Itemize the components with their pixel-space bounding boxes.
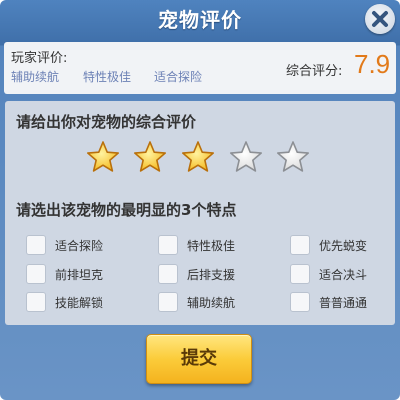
star-icon[interactable]: [85, 139, 121, 175]
feature-option[interactable]: 辅助续航: [158, 291, 278, 315]
feature-label: 辅助续航: [187, 296, 236, 310]
feature-checkbox[interactable]: [26, 235, 46, 255]
feature-checkbox[interactable]: [290, 235, 310, 255]
feature-option[interactable]: 适合决斗: [290, 263, 400, 287]
feature-checkbox[interactable]: [158, 264, 178, 284]
feature-option[interactable]: 技能解锁: [26, 291, 146, 315]
feature-option[interactable]: 特性极佳: [158, 234, 278, 258]
feature-option[interactable]: 前排坦克: [26, 263, 146, 287]
feature-label: 后排支援: [187, 268, 236, 282]
feature-option[interactable]: 优先蜕变: [290, 234, 400, 258]
feature-checkbox[interactable]: [290, 264, 310, 284]
dialog-title: 宠物评价: [158, 8, 242, 32]
star-icon[interactable]: [228, 139, 264, 175]
feature-label: 特性极佳: [187, 239, 236, 253]
feature-label: 技能解锁: [55, 296, 104, 310]
feature-checkbox[interactable]: [290, 292, 310, 312]
feature-checkbox[interactable]: [158, 292, 178, 312]
player-rating-label: 玩家评价:: [11, 51, 68, 66]
star-icon[interactable]: [180, 139, 216, 175]
feature-label: 优先蜕变: [319, 239, 368, 253]
player-summary-panel: 玩家评价: 辅助续航 特性极佳 适合探险 综合评分: 7.9: [4, 42, 396, 94]
player-tag: 辅助续航: [11, 70, 60, 84]
feature-checkbox[interactable]: [158, 235, 178, 255]
feature-option[interactable]: 后排支援: [158, 263, 278, 287]
close-icon: [372, 11, 388, 27]
overall-score-label: 综合评分:: [286, 64, 343, 79]
feature-label: 前排坦克: [55, 268, 104, 282]
close-button[interactable]: [365, 4, 395, 34]
feature-label: 普普通通: [319, 296, 368, 310]
star-icon[interactable]: [275, 139, 311, 175]
pet-rating-dialog: 宠物评价 玩家评价: 辅助续航 特性极佳 适合探险 综合评分: 7.9 请给出你…: [0, 0, 400, 400]
player-tag: 特性极佳: [83, 70, 132, 84]
star-icon[interactable]: [132, 139, 168, 175]
overall-score-value: 7.9: [354, 49, 391, 79]
feature-checkbox[interactable]: [26, 264, 46, 284]
feature-checkbox[interactable]: [26, 292, 46, 312]
feature-label: 适合决斗: [319, 268, 368, 282]
star-rating: [5, 139, 395, 179]
submit-button[interactable]: 提交: [146, 334, 252, 384]
feature-option[interactable]: 适合探险: [26, 234, 146, 258]
features-prompt: 请选出该宠物的最明显的3个特点: [16, 201, 237, 219]
rating-prompt: 请给出你对宠物的综合评价: [16, 113, 197, 131]
rating-form-panel: 请给出你对宠物的综合评价 请选出该宠物的最明显的3个特点 适合探险 特性极佳 优…: [5, 101, 395, 325]
feature-option[interactable]: 普普通通: [290, 291, 400, 315]
feature-label: 适合探险: [55, 239, 104, 253]
player-tag: 适合探险: [154, 70, 203, 84]
